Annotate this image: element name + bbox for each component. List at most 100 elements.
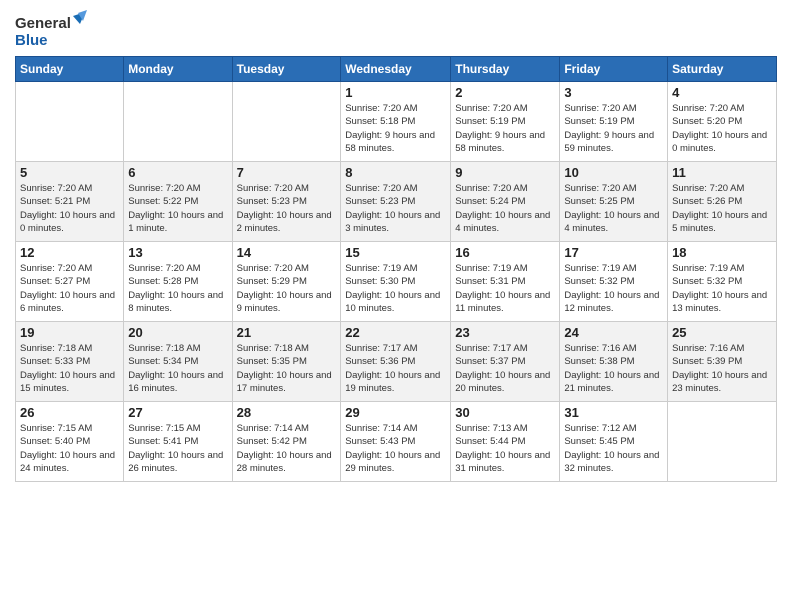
day-number: 7	[237, 165, 337, 180]
day-info: Sunrise: 7:15 AM Sunset: 5:41 PM Dayligh…	[128, 422, 227, 475]
calendar-cell: 9 Sunrise: 7:20 AM Sunset: 5:24 PM Daylig…	[451, 162, 560, 242]
col-header-saturday: Saturday	[668, 57, 777, 82]
calendar-week-3: 19 Sunrise: 7:18 AM Sunset: 5:33 PM Dayli…	[16, 322, 777, 402]
day-number: 20	[128, 325, 227, 340]
calendar-cell: 30 Sunrise: 7:13 AM Sunset: 5:44 PM Dayli…	[451, 402, 560, 482]
day-number: 21	[237, 325, 337, 340]
day-info: Sunrise: 7:13 AM Sunset: 5:44 PM Dayligh…	[455, 422, 555, 475]
day-number: 6	[128, 165, 227, 180]
day-info: Sunrise: 7:20 AM Sunset: 5:19 PM Dayligh…	[455, 102, 555, 155]
day-info: Sunrise: 7:14 AM Sunset: 5:43 PM Dayligh…	[345, 422, 446, 475]
calendar-cell: 11 Sunrise: 7:20 AM Sunset: 5:26 PM Dayli…	[668, 162, 777, 242]
day-info: Sunrise: 7:12 AM Sunset: 5:45 PM Dayligh…	[564, 422, 663, 475]
day-number: 4	[672, 85, 772, 100]
day-info: Sunrise: 7:20 AM Sunset: 5:21 PM Dayligh…	[20, 182, 119, 235]
day-number: 17	[564, 245, 663, 260]
day-number: 23	[455, 325, 555, 340]
calendar-table: SundayMondayTuesdayWednesdayThursdayFrid…	[15, 56, 777, 482]
header: General Blue	[15, 10, 777, 50]
calendar-cell: 18Sunrise: 7:19 AM Sunset: 5:32 PM Dayli…	[668, 242, 777, 322]
calendar-cell: 27 Sunrise: 7:15 AM Sunset: 5:41 PM Dayli…	[124, 402, 232, 482]
day-number: 19	[20, 325, 119, 340]
calendar-cell: 10Sunrise: 7:20 AM Sunset: 5:25 PM Dayli…	[560, 162, 668, 242]
day-info: Sunrise: 7:20 AM Sunset: 5:23 PM Dayligh…	[237, 182, 337, 235]
day-info: Sunrise: 7:20 AM Sunset: 5:26 PM Dayligh…	[672, 182, 772, 235]
calendar-cell: 24Sunrise: 7:16 AM Sunset: 5:38 PM Dayli…	[560, 322, 668, 402]
day-number: 9	[455, 165, 555, 180]
calendar-cell: 13 Sunrise: 7:20 AM Sunset: 5:28 PM Dayli…	[124, 242, 232, 322]
calendar-cell: 7 Sunrise: 7:20 AM Sunset: 5:23 PM Daylig…	[232, 162, 341, 242]
col-header-monday: Monday	[124, 57, 232, 82]
day-number: 8	[345, 165, 446, 180]
calendar-cell: 14 Sunrise: 7:20 AM Sunset: 5:29 PM Dayli…	[232, 242, 341, 322]
day-number: 14	[237, 245, 337, 260]
calendar-cell: 19 Sunrise: 7:18 AM Sunset: 5:33 PM Dayli…	[16, 322, 124, 402]
calendar-week-0: 1 Sunrise: 7:20 AM Sunset: 5:18 PM Daylig…	[16, 82, 777, 162]
day-info: Sunrise: 7:18 AM Sunset: 5:35 PM Dayligh…	[237, 342, 337, 395]
day-info: Sunrise: 7:20 AM Sunset: 5:18 PM Dayligh…	[345, 102, 446, 155]
logo-svg: General Blue	[15, 10, 87, 50]
day-info: Sunrise: 7:19 AM Sunset: 5:32 PM Dayligh…	[672, 262, 772, 315]
day-number: 30	[455, 405, 555, 420]
calendar-cell: 25Sunrise: 7:16 AM Sunset: 5:39 PM Dayli…	[668, 322, 777, 402]
calendar-cell	[668, 402, 777, 482]
day-info: Sunrise: 7:19 AM Sunset: 5:31 PM Dayligh…	[455, 262, 555, 315]
day-number: 26	[20, 405, 119, 420]
calendar-cell: 31 Sunrise: 7:12 AM Sunset: 5:45 PM Dayli…	[560, 402, 668, 482]
calendar-header-row: SundayMondayTuesdayWednesdayThursdayFrid…	[16, 57, 777, 82]
calendar-cell	[124, 82, 232, 162]
day-number: 22	[345, 325, 446, 340]
day-info: Sunrise: 7:20 AM Sunset: 5:24 PM Dayligh…	[455, 182, 555, 235]
day-number: 24	[564, 325, 663, 340]
calendar-week-1: 5 Sunrise: 7:20 AM Sunset: 5:21 PM Daylig…	[16, 162, 777, 242]
col-header-sunday: Sunday	[16, 57, 124, 82]
day-number: 5	[20, 165, 119, 180]
calendar-cell: 1 Sunrise: 7:20 AM Sunset: 5:18 PM Daylig…	[341, 82, 451, 162]
calendar-cell: 20Sunrise: 7:18 AM Sunset: 5:34 PM Dayli…	[124, 322, 232, 402]
svg-text:Blue: Blue	[15, 32, 48, 49]
calendar-cell: 16 Sunrise: 7:19 AM Sunset: 5:31 PM Dayli…	[451, 242, 560, 322]
day-number: 25	[672, 325, 772, 340]
day-number: 13	[128, 245, 227, 260]
calendar-cell: 26 Sunrise: 7:15 AM Sunset: 5:40 PM Dayli…	[16, 402, 124, 482]
day-info: Sunrise: 7:17 AM Sunset: 5:36 PM Dayligh…	[345, 342, 446, 395]
calendar-cell: 15 Sunrise: 7:19 AM Sunset: 5:30 PM Dayli…	[341, 242, 451, 322]
day-info: Sunrise: 7:20 AM Sunset: 5:29 PM Dayligh…	[237, 262, 337, 315]
day-info: Sunrise: 7:20 AM Sunset: 5:19 PM Dayligh…	[564, 102, 663, 155]
day-number: 1	[345, 85, 446, 100]
calendar-cell: 4 Sunrise: 7:20 AM Sunset: 5:20 PM Daylig…	[668, 82, 777, 162]
day-info: Sunrise: 7:18 AM Sunset: 5:33 PM Dayligh…	[20, 342, 119, 395]
col-header-wednesday: Wednesday	[341, 57, 451, 82]
calendar-cell	[16, 82, 124, 162]
day-info: Sunrise: 7:19 AM Sunset: 5:30 PM Dayligh…	[345, 262, 446, 315]
calendar-cell: 5 Sunrise: 7:20 AM Sunset: 5:21 PM Daylig…	[16, 162, 124, 242]
calendar-cell: 8 Sunrise: 7:20 AM Sunset: 5:23 PM Daylig…	[341, 162, 451, 242]
col-header-tuesday: Tuesday	[232, 57, 341, 82]
calendar-cell: 21 Sunrise: 7:18 AM Sunset: 5:35 PM Dayli…	[232, 322, 341, 402]
day-number: 2	[455, 85, 555, 100]
day-number: 27	[128, 405, 227, 420]
day-number: 3	[564, 85, 663, 100]
day-info: Sunrise: 7:15 AM Sunset: 5:40 PM Dayligh…	[20, 422, 119, 475]
day-number: 15	[345, 245, 446, 260]
day-info: Sunrise: 7:20 AM Sunset: 5:20 PM Dayligh…	[672, 102, 772, 155]
calendar-cell: 3 Sunrise: 7:20 AM Sunset: 5:19 PM Daylig…	[560, 82, 668, 162]
page-container: General Blue SundayMondayTuesdayWednesda…	[0, 0, 792, 492]
day-info: Sunrise: 7:17 AM Sunset: 5:37 PM Dayligh…	[455, 342, 555, 395]
calendar-cell: 12Sunrise: 7:20 AM Sunset: 5:27 PM Dayli…	[16, 242, 124, 322]
day-number: 10	[564, 165, 663, 180]
day-number: 31	[564, 405, 663, 420]
calendar-cell: 23 Sunrise: 7:17 AM Sunset: 5:37 PM Dayli…	[451, 322, 560, 402]
logo: General Blue	[15, 10, 87, 50]
col-header-friday: Friday	[560, 57, 668, 82]
calendar-cell: 29Sunrise: 7:14 AM Sunset: 5:43 PM Dayli…	[341, 402, 451, 482]
calendar-cell: 28Sunrise: 7:14 AM Sunset: 5:42 PM Dayli…	[232, 402, 341, 482]
day-number: 11	[672, 165, 772, 180]
day-info: Sunrise: 7:20 AM Sunset: 5:28 PM Dayligh…	[128, 262, 227, 315]
day-number: 16	[455, 245, 555, 260]
calendar-cell: 17Sunrise: 7:19 AM Sunset: 5:32 PM Dayli…	[560, 242, 668, 322]
calendar-cell: 2 Sunrise: 7:20 AM Sunset: 5:19 PM Daylig…	[451, 82, 560, 162]
day-info: Sunrise: 7:20 AM Sunset: 5:22 PM Dayligh…	[128, 182, 227, 235]
calendar-cell	[232, 82, 341, 162]
day-info: Sunrise: 7:20 AM Sunset: 5:23 PM Dayligh…	[345, 182, 446, 235]
